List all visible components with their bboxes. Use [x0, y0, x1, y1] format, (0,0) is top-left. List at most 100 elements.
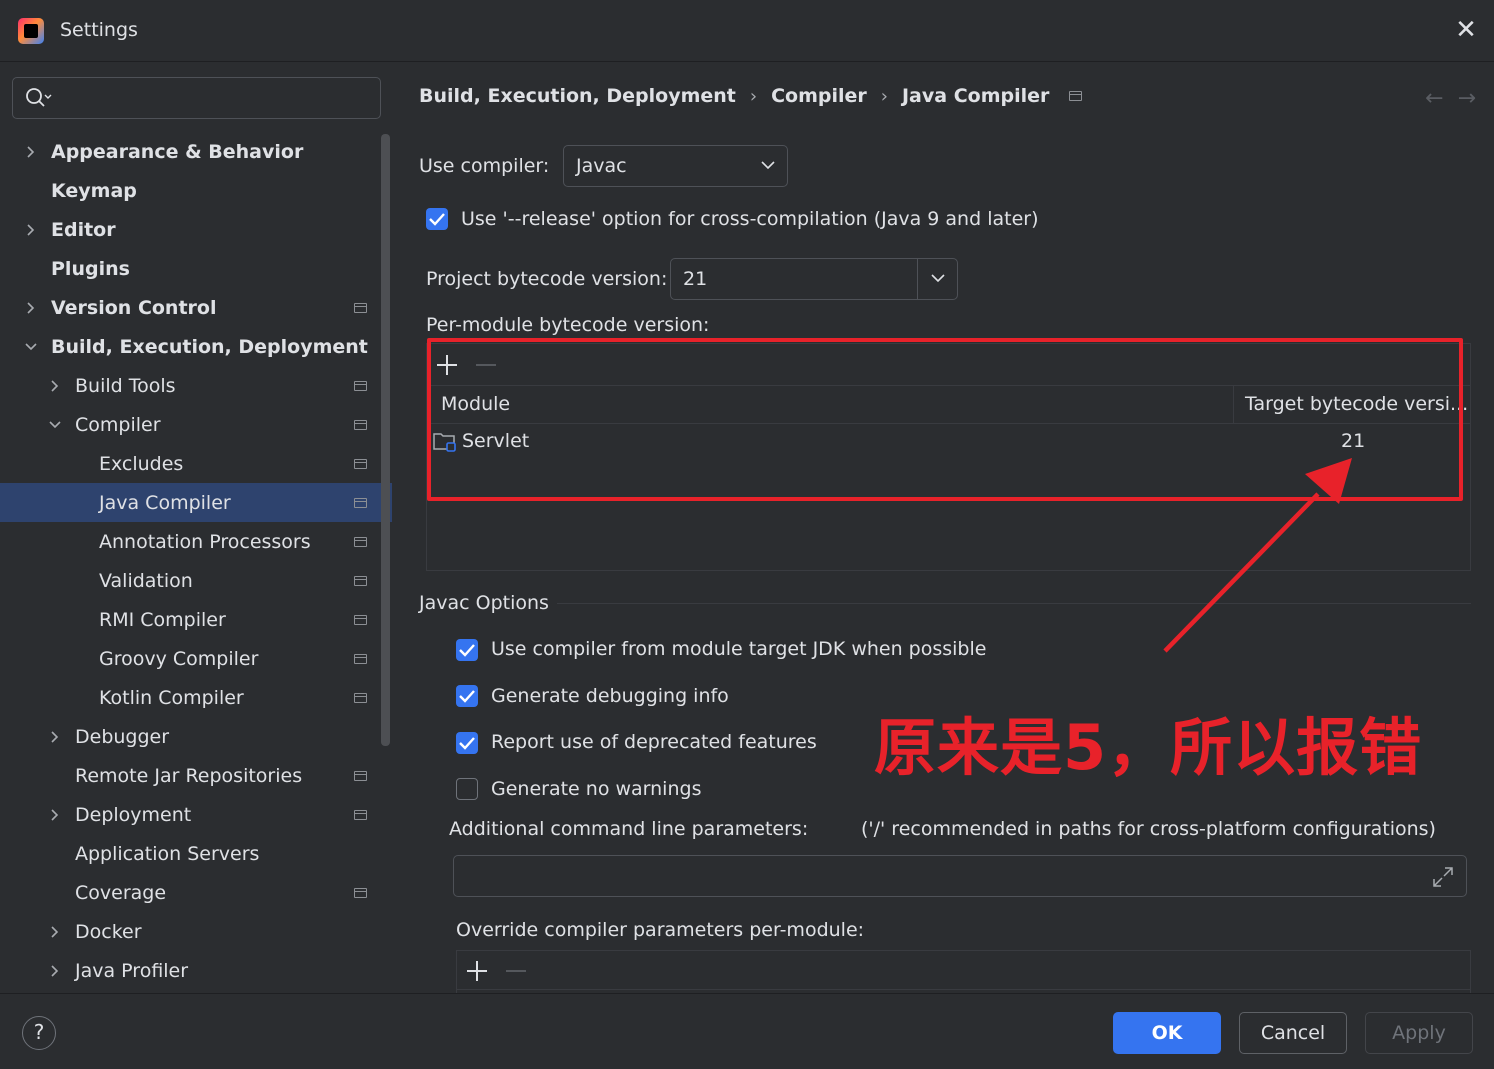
column-divider[interactable]	[1233, 386, 1234, 423]
sidebar-item-kotlin-compiler[interactable]: Kotlin Compiler	[0, 678, 392, 717]
sidebar-item-appearance-behavior[interactable]: Appearance & Behavior	[0, 132, 392, 171]
sidebar-item-groovy-compiler[interactable]: Groovy Compiler	[0, 639, 392, 678]
remove-icon[interactable]	[506, 970, 526, 972]
use-module-target-jdk-checkbox[interactable]	[456, 639, 478, 661]
report-deprecated-checkbox[interactable]	[456, 732, 478, 754]
column-header-target-bytecode[interactable]: Target bytecode versi...	[1245, 393, 1468, 415]
sidebar-item-docker[interactable]: Docker	[0, 912, 392, 951]
table-toolbar	[427, 344, 1470, 386]
use-compiler-label: Use compiler:	[419, 155, 550, 177]
sidebar-item-excludes[interactable]: Excludes	[0, 444, 392, 483]
sidebar-item-annotation-processors[interactable]: Annotation Processors	[0, 522, 392, 561]
sidebar-item-java-profiler[interactable]: Java Profiler	[0, 951, 392, 990]
check-icon	[459, 644, 475, 657]
sidebar-item-rmi-compiler[interactable]: RMI Compiler	[0, 600, 392, 639]
sidebar-item-label: Editor	[51, 218, 116, 241]
sidebar-item-label: Java Compiler	[99, 491, 231, 514]
sidebar-item-application-servers[interactable]: Application Servers	[0, 834, 392, 873]
breadcrumb-separator: ›	[749, 85, 758, 107]
sidebar-scrollbar[interactable]	[381, 134, 390, 746]
breadcrumb-separator: ›	[880, 85, 888, 107]
breadcrumb: Build, Execution, Deployment › Compiler …	[419, 85, 1083, 107]
chevron-right-icon[interactable]	[48, 379, 62, 393]
breadcrumb-java-compiler: Java Compiler	[901, 85, 1050, 107]
project-settings-icon	[354, 614, 367, 625]
chevron-right-icon[interactable]	[48, 730, 62, 744]
sidebar-item-deployment[interactable]: Deployment	[0, 795, 392, 834]
project-settings-icon	[354, 770, 367, 781]
per-module-bytecode-table: Module Target bytecode versi... Servlet …	[426, 343, 1471, 571]
breadcrumb-build-execution-deployment[interactable]: Build, Execution, Deployment	[419, 85, 736, 107]
sidebar-item-java-compiler[interactable]: Java Compiler	[0, 483, 392, 522]
java-compiler-panel: Build, Execution, Deployment › Compiler …	[392, 62, 1494, 993]
apply-button[interactable]: Apply	[1365, 1012, 1473, 1054]
sidebar-item-debugger[interactable]: Debugger	[0, 717, 392, 756]
per-module-label: Per-module bytecode version:	[426, 314, 710, 336]
remove-icon[interactable]	[476, 364, 496, 366]
sidebar-item-label: Kotlin Compiler	[99, 686, 244, 709]
cancel-button[interactable]: Cancel	[1239, 1012, 1347, 1054]
breadcrumb-compiler[interactable]: Compiler	[771, 85, 867, 107]
help-button[interactable]: ?	[22, 1016, 56, 1050]
sidebar-item-editor[interactable]: Editor	[0, 210, 392, 249]
navigation-arrows: ← →	[1425, 86, 1476, 111]
project-settings-icon	[354, 653, 367, 664]
use-compiler-dropdown[interactable]: Javac	[563, 145, 788, 187]
close-icon[interactable]: ✕	[1452, 16, 1480, 44]
sidebar-item-compiler[interactable]: Compiler	[0, 405, 392, 444]
add-icon[interactable]	[467, 961, 487, 981]
project-settings-icon	[354, 575, 367, 586]
sidebar-item-build-execution-deployment[interactable]: Build, Execution, Deployment	[0, 327, 392, 366]
expand-icon[interactable]	[1432, 866, 1454, 888]
generate-no-warnings-label: Generate no warnings	[491, 778, 702, 800]
generate-debugging-info-label: Generate debugging info	[491, 685, 729, 707]
chevron-right-icon[interactable]	[48, 808, 62, 822]
project-bytecode-combo[interactable]: 21	[670, 258, 958, 300]
sidebar-item-label: Remote Jar Repositories	[75, 764, 303, 787]
project-bytecode-value: 21	[683, 268, 708, 290]
intellij-logo-icon	[18, 18, 44, 44]
chevron-down-icon[interactable]	[48, 418, 62, 432]
generate-no-warnings-checkbox[interactable]	[456, 778, 478, 800]
javac-options-title: Javac Options	[419, 592, 549, 614]
project-settings-icon	[354, 380, 367, 391]
sidebar-item-build-tools[interactable]: Build Tools	[0, 366, 392, 405]
sidebar-item-coverage[interactable]: Coverage	[0, 873, 392, 912]
forward-arrow-icon[interactable]: →	[1458, 86, 1476, 111]
search-icon	[26, 88, 52, 107]
sidebar-item-validation[interactable]: Validation	[0, 561, 392, 600]
section-divider	[557, 603, 1471, 604]
column-header-module[interactable]: Module	[441, 393, 510, 415]
search-input[interactable]	[12, 77, 381, 119]
chevron-down-icon[interactable]	[24, 340, 38, 354]
ok-button[interactable]: OK	[1113, 1012, 1221, 1054]
sidebar-item-plugins[interactable]: Plugins	[0, 249, 392, 288]
settings-sidebar: Appearance & Behavior Keymap Editor Plug…	[0, 62, 392, 993]
sidebar-item-label: Docker	[75, 920, 142, 943]
add-icon[interactable]	[437, 355, 457, 375]
back-arrow-icon[interactable]: ←	[1425, 86, 1443, 111]
sidebar-item-version-control[interactable]: Version Control	[0, 288, 392, 327]
chevron-right-icon[interactable]	[24, 145, 38, 159]
release-option-label: Use '--release' option for cross-compila…	[461, 208, 1039, 230]
target-bytecode-value[interactable]: 21	[1341, 430, 1365, 452]
table-row[interactable]: Servlet 21	[427, 424, 1470, 460]
chevron-down-icon[interactable]	[931, 273, 945, 283]
project-settings-icon	[354, 458, 367, 469]
sidebar-item-keymap[interactable]: Keymap	[0, 171, 392, 210]
release-option-checkbox[interactable]	[426, 208, 448, 230]
project-settings-icon	[354, 536, 367, 547]
sidebar-item-label: Keymap	[51, 179, 137, 202]
table-divider	[457, 989, 1470, 990]
additional-params-input[interactable]	[453, 855, 1467, 897]
report-deprecated-label: Report use of deprecated features	[491, 731, 817, 753]
chevron-right-icon[interactable]	[24, 301, 38, 315]
check-icon	[459, 737, 475, 750]
sidebar-item-remote-jar-repositories[interactable]: Remote Jar Repositories	[0, 756, 392, 795]
chevron-right-icon[interactable]	[48, 964, 62, 978]
generate-debugging-info-checkbox[interactable]	[456, 685, 478, 707]
chevron-right-icon[interactable]	[48, 925, 62, 939]
chevron-right-icon[interactable]	[24, 223, 38, 237]
use-compiler-value: Javac	[576, 155, 627, 177]
project-settings-icon	[354, 419, 367, 430]
